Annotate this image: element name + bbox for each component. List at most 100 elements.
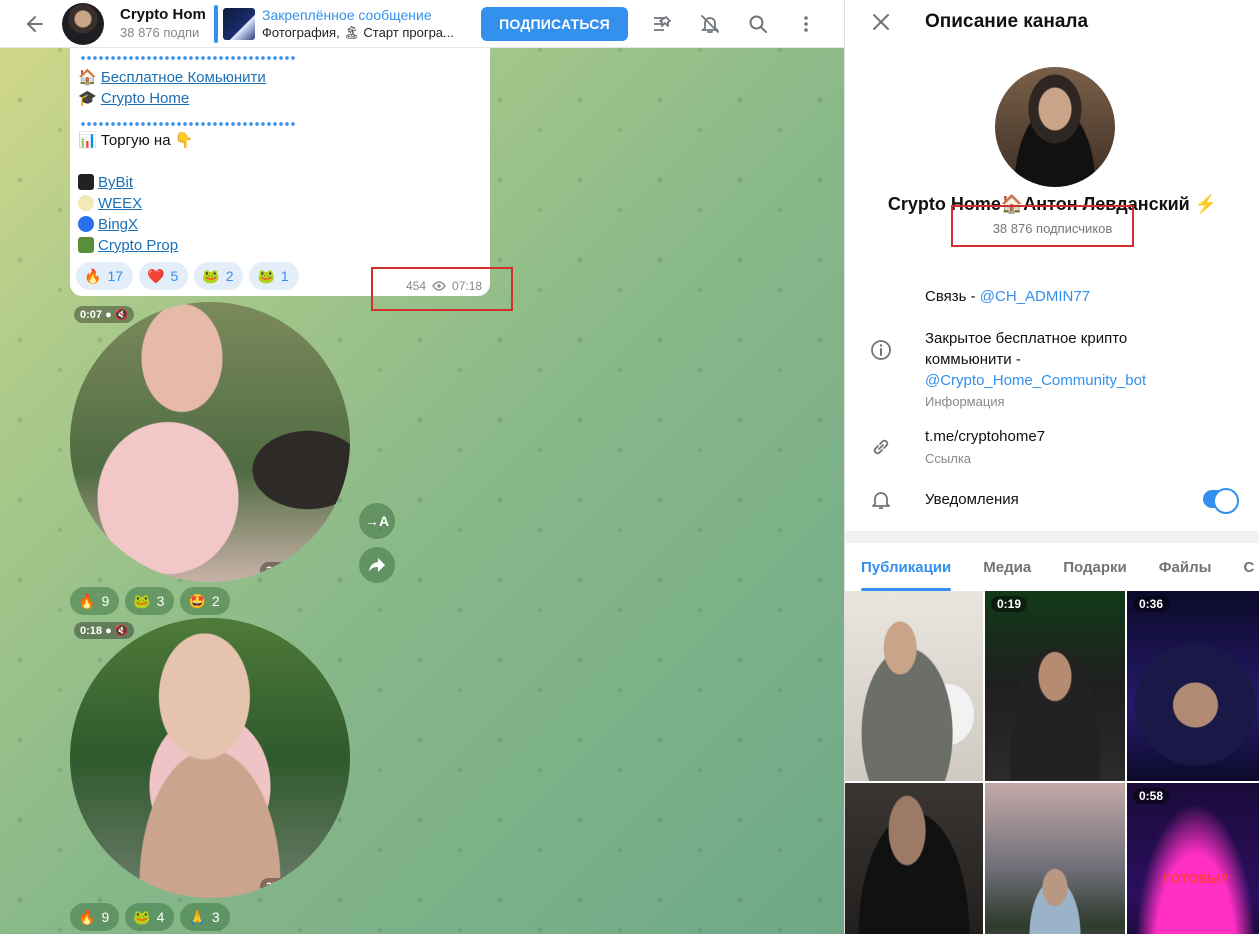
reaction-heart[interactable]: ❤️ 5	[139, 262, 189, 290]
ready-caption: ГОТОВЫ?	[1162, 871, 1229, 886]
tab-gifts[interactable]: Подарки	[1047, 543, 1143, 591]
close-icon[interactable]	[869, 10, 893, 34]
message-line-crypto-home[interactable]: 🎓 Crypto Home	[78, 89, 189, 109]
reaction-star-eyes[interactable]: 🤩 2	[180, 587, 230, 615]
reaction-frog[interactable]: 🐸 2	[194, 262, 244, 290]
crypto-prop-link[interactable]: Crypto Prop	[98, 237, 178, 254]
video-time: 09:08	[304, 881, 333, 893]
video-2-reactions: 🔥 9 🐸 4 🙏 3	[70, 903, 230, 931]
round-video-2[interactable]: 373 👁 09:08	[70, 618, 350, 898]
reaction-fire[interactable]: 🔥 9	[70, 587, 120, 615]
pinned-list-icon[interactable]	[650, 12, 674, 36]
pinned-thumbnail[interactable]	[223, 7, 255, 40]
round-video-1[interactable]: 364 👁 09:08	[70, 302, 350, 582]
tab-more[interactable]: С	[1227, 543, 1259, 591]
message-reactions: 🔥 17 ❤️ 5 🐸 2 🐸 1	[76, 262, 299, 290]
video-time: 09:08	[304, 565, 333, 577]
media-tabs: Публикации Медиа Подарки Файлы С	[845, 543, 1259, 591]
highlight-box-subscribers	[951, 205, 1134, 247]
description-row[interactable]: Закрытое бесплатное крипто коммьюнити - …	[925, 328, 1239, 411]
description-line-1: Закрытое бесплатное крипто	[925, 330, 1128, 347]
reaction-fire[interactable]: 🔥 9	[70, 903, 120, 931]
channel-link[interactable]: t.me/cryptohome7	[925, 426, 1239, 447]
message-line-community[interactable]: 🏠 Бесплатное Комьюнити	[78, 68, 266, 88]
video-duration: 0:19	[991, 596, 1028, 612]
bell-icon	[869, 488, 893, 512]
view-count: 373	[266, 881, 285, 893]
reaction-count: 5	[170, 268, 179, 284]
pinned-indicator	[214, 4, 218, 43]
media-thumb-6[interactable]: 0:58 ГОТОВЫ?	[1127, 783, 1259, 934]
description-line-2: коммьюнити -	[925, 351, 1021, 368]
more-vertical-icon[interactable]	[794, 12, 818, 36]
reaction-frog[interactable]: 🐸 4	[125, 903, 175, 931]
video-duration: 0:58	[1133, 788, 1170, 804]
tab-publications[interactable]: Публикации	[845, 543, 967, 591]
channel-info[interactable]: Crypto Hom 38 876 подпи	[120, 6, 208, 41]
reaction-frog[interactable]: 🐸 3	[125, 587, 175, 615]
view-count: 364	[266, 565, 285, 577]
video-meta-1: 364 👁 09:08	[260, 562, 339, 579]
forward-button[interactable]	[359, 547, 395, 583]
channel-title: Crypto Hom	[120, 6, 206, 23]
bybit-icon	[78, 174, 94, 190]
reaction-count: 2	[225, 268, 234, 284]
info-icon	[869, 338, 893, 362]
section-divider	[845, 531, 1259, 543]
description-caption: Информация	[925, 394, 1005, 409]
reaction-fire[interactable]: 🔥 17	[76, 262, 134, 290]
video-duration-1: 0:07 ● 🔇	[74, 306, 135, 323]
message-line-bingx[interactable]: BingX	[78, 215, 138, 235]
channel-subscribers: 38 876 подпи	[120, 25, 200, 40]
reaction-frog-2[interactable]: 🐸 1	[249, 262, 299, 290]
message-line-bybit[interactable]: ByBit	[78, 173, 133, 193]
media-thumb-5[interactable]	[985, 783, 1125, 934]
bingx-link[interactable]: BingX	[98, 216, 138, 233]
translate-button[interactable]: →A	[359, 503, 395, 539]
panel-title: Описание канала	[925, 11, 1089, 32]
channel-avatar-large[interactable]	[995, 67, 1115, 187]
message-line-weex[interactable]: WEEX	[78, 194, 142, 214]
link-row[interactable]: t.me/cryptohome7 Ссылка	[925, 426, 1239, 468]
bybit-link[interactable]: ByBit	[98, 174, 133, 191]
video-meta-2: 373 👁 09:08	[260, 878, 339, 895]
search-icon[interactable]	[746, 12, 770, 36]
tab-media[interactable]: Медиа	[967, 543, 1047, 591]
pinned-message[interactable]: Закреплённое сообщение Фотография, 🏝 Ста…	[262, 6, 468, 42]
contact-link[interactable]: @CH_ADMIN77	[980, 288, 1090, 305]
tab-files[interactable]: Файлы	[1143, 543, 1228, 591]
community-link[interactable]: Бесплатное Комьюнити	[101, 69, 266, 86]
panel-header: Описание канала	[845, 0, 1259, 44]
media-thumb-3[interactable]: 0:36	[1127, 591, 1259, 781]
crypto-home-link[interactable]: Crypto Home	[101, 90, 189, 107]
subscribe-button[interactable]: ПОДПИСАТЬСЯ	[481, 6, 628, 41]
notifications-row[interactable]: Уведомления	[925, 489, 1239, 510]
reaction-count: 1	[280, 268, 289, 284]
back-arrow-icon[interactable]	[22, 11, 48, 37]
media-thumb-2[interactable]: 0:19	[985, 591, 1125, 781]
text-message[interactable]: 🏠 Бесплатное Комьюнити 🎓 Crypto Home 📊 Т…	[70, 48, 490, 296]
link-icon	[869, 435, 893, 459]
channel-avatar[interactable]	[62, 2, 104, 45]
mute-bell-icon[interactable]	[698, 12, 722, 36]
community-bot-link[interactable]: @Crypto_Home_Community_bot	[925, 372, 1146, 389]
weex-link[interactable]: WEEX	[98, 195, 142, 212]
crypto-prop-icon	[78, 237, 94, 253]
video-duration-2: 0:18 ● 🔇	[74, 622, 135, 639]
contact-row[interactable]: Связь - @CH_ADMIN77	[925, 286, 1239, 307]
frog-emoji: 🐸	[202, 267, 220, 284]
reaction-pray[interactable]: 🙏 3	[180, 903, 230, 931]
notifications-label: Уведомления	[925, 491, 1019, 508]
highlight-box-views	[371, 267, 513, 311]
channel-info-panel: Описание канала Crypto Home🏠Антон Левдан…	[844, 0, 1259, 934]
frog-emoji: 🐸	[257, 267, 275, 284]
media-thumb-4[interactable]	[845, 783, 983, 934]
chat-header: Crypto Hom 38 876 подпи Закреплённое соо…	[0, 0, 844, 48]
media-thumb-1[interactable]	[845, 591, 983, 781]
message-line-trading: 📊 Торгую на 👇	[78, 132, 194, 149]
message-line-crypto-prop[interactable]: Crypto Prop	[78, 236, 178, 256]
notifications-toggle[interactable]	[1203, 488, 1239, 514]
media-grid: 0:19 0:36 0:58 ГОТОВЫ?	[845, 591, 1259, 934]
heart-emoji: ❤️	[147, 267, 165, 284]
dotted-divider	[80, 122, 296, 126]
